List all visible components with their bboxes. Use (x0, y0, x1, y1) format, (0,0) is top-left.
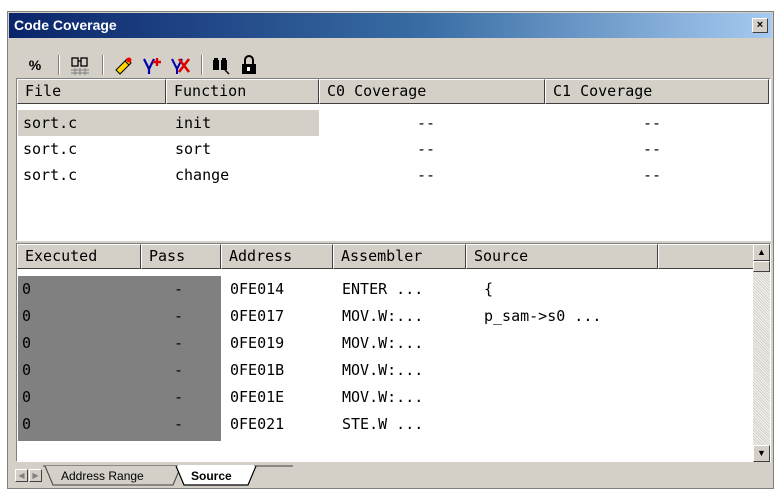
assembler-cell: MOV.W:... (342, 307, 424, 325)
code-coverage-window: Code Coverage × % File Function C0 Cover… (7, 11, 774, 489)
address-cell: 0FE019 (230, 334, 285, 352)
delete-range-button[interactable] (167, 53, 193, 77)
scroll-down-button[interactable]: ▼ (753, 445, 770, 462)
assembler-cell: STE.W ... (342, 415, 424, 433)
file-cell: sort.c (23, 114, 78, 132)
function-cell: sort (175, 140, 212, 158)
pass-cell: - (174, 280, 184, 298)
clear-coverage-button[interactable] (67, 53, 93, 77)
source-cell: p_sam->s0 ... (484, 307, 602, 325)
column-header-source[interactable]: Source (466, 244, 658, 269)
c1-coverage-cell: -- (643, 140, 662, 158)
executed-cell: 0 (22, 334, 32, 352)
add-range-icon (143, 58, 161, 74)
percent-button[interactable]: % (25, 53, 45, 77)
c0-coverage-cell: -- (417, 166, 436, 184)
title-bar[interactable]: Code Coverage × (9, 13, 772, 38)
pass-cell: - (174, 307, 184, 325)
add-range-button[interactable] (139, 53, 165, 77)
column-header-c1-coverage[interactable]: C1 Coverage (545, 79, 769, 104)
pass-cell: - (174, 361, 184, 379)
tab-bar: ◀ ▶ Address Range Source (9, 465, 772, 487)
column-header-filler (658, 244, 754, 269)
column-header-file[interactable]: File (17, 79, 166, 104)
source-coverage-table: Executed Pass Address Assembler Source 0… (16, 243, 771, 462)
file-cell: sort.c (23, 166, 78, 184)
tab-scroll-left-button[interactable]: ◀ (15, 469, 28, 482)
assembler-cell: MOV.W:... (342, 334, 424, 352)
c0-coverage-cell: -- (417, 140, 436, 158)
pass-cell: - (174, 334, 184, 352)
refresh-button[interactable] (111, 53, 137, 77)
toolbar-separator (201, 55, 203, 75)
c1-coverage-cell: -- (643, 166, 662, 184)
executed-cell: 0 (22, 388, 32, 406)
assembler-cell: MOV.W:... (342, 388, 424, 406)
executed-cell: 0 (22, 307, 32, 325)
close-button[interactable]: × (752, 18, 768, 33)
pass-cell: - (174, 388, 184, 406)
c1-coverage-cell: -- (643, 114, 662, 132)
function-coverage-table: File Function C0 Coverage C1 Coverage so… (16, 78, 771, 241)
find-button[interactable] (208, 53, 234, 77)
pass-cell: - (174, 415, 184, 433)
column-header-function[interactable]: Function (166, 79, 319, 104)
address-cell: 0FE01B (230, 361, 285, 379)
address-cell: 0FE021 (230, 415, 285, 433)
unexecuted-highlight (18, 276, 221, 441)
binoculars-grid-icon (71, 57, 89, 75)
tab-address-range[interactable]: Address Range (61, 469, 144, 484)
assembler-cell: MOV.W:... (342, 361, 424, 379)
executed-cell: 0 (22, 280, 32, 298)
assembler-cell: ENTER ... (342, 280, 424, 298)
scroll-thumb[interactable] (753, 261, 770, 272)
address-cell: 0FE014 (230, 280, 285, 298)
scroll-up-button[interactable]: ▲ (753, 244, 770, 261)
lock-button[interactable] (236, 53, 262, 77)
column-header-assembler[interactable]: Assembler (333, 244, 466, 269)
executed-cell: 0 (22, 415, 32, 433)
vertical-scrollbar[interactable]: ▲ ▼ (753, 244, 770, 462)
column-header-address[interactable]: Address (221, 244, 333, 269)
binoculars-icon (213, 58, 230, 75)
tab-scroll-right-button[interactable]: ▶ (29, 469, 42, 482)
delete-range-icon (171, 58, 191, 74)
column-header-executed[interactable]: Executed (17, 244, 141, 269)
function-cell: change (175, 166, 230, 184)
address-cell: 0FE01E (230, 388, 285, 406)
function-cell: init (175, 114, 212, 132)
window-title: Code Coverage (14, 17, 117, 33)
toolbar-separator (58, 55, 60, 75)
c0-coverage-cell: -- (417, 114, 436, 132)
percent-icon: % (28, 57, 42, 73)
tab-source[interactable]: Source (191, 469, 232, 484)
address-cell: 0FE017 (230, 307, 285, 325)
executed-cell: 0 (22, 361, 32, 379)
source-cell: { (484, 280, 494, 298)
file-cell: sort.c (23, 140, 78, 158)
lock-icon (242, 55, 256, 74)
refresh-icon (115, 57, 132, 75)
column-header-c0-coverage[interactable]: C0 Coverage (319, 79, 545, 104)
column-header-pass[interactable]: Pass (141, 244, 221, 269)
toolbar-separator (102, 55, 104, 75)
